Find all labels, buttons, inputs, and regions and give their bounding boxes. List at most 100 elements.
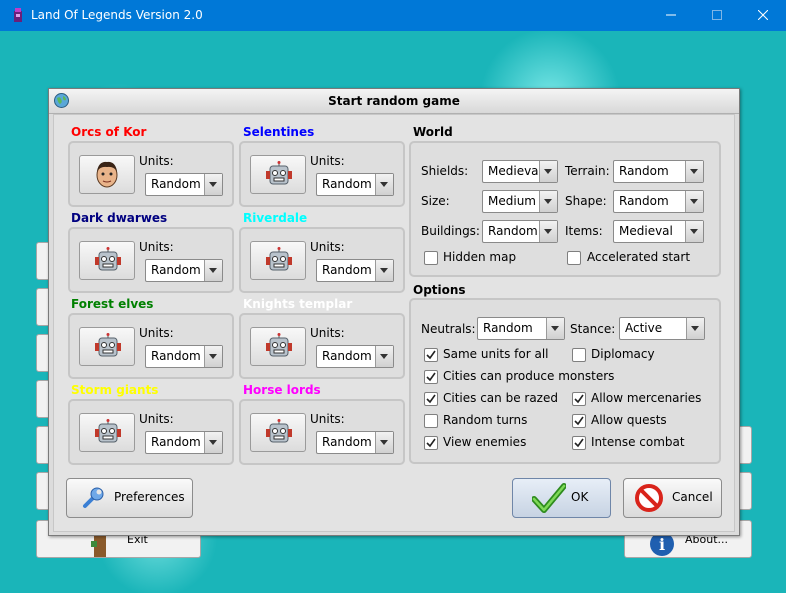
dropdown-arrow — [375, 432, 393, 453]
player-panel: Units: Random — [239, 141, 405, 207]
shields-label: Shields: — [421, 164, 469, 178]
player-name: Selentines — [243, 125, 315, 139]
units-select[interactable]: Random — [145, 431, 223, 454]
neutrals-label: Neutrals: — [421, 322, 476, 336]
units-select-value: Random — [322, 263, 372, 277]
minimize-button[interactable] — [648, 0, 694, 31]
checkmark-icon — [426, 350, 436, 360]
dropdown-arrow — [686, 318, 704, 339]
player-avatar-button[interactable] — [79, 155, 135, 194]
units-select[interactable]: Random — [145, 345, 223, 368]
allow-mercenaries-label: Allow mercenaries — [591, 391, 702, 405]
preferences-button[interactable]: Preferences — [66, 478, 193, 518]
robot-icon — [95, 419, 121, 443]
close-icon — [758, 10, 768, 20]
intense-combat-label: Intense combat — [591, 435, 685, 449]
accelerated-start-checkbox[interactable] — [567, 251, 581, 265]
dialog-title: Start random game — [328, 94, 460, 108]
stance-select-value: Active — [625, 321, 663, 335]
view-enemies-checkbox[interactable] — [424, 436, 438, 450]
chevron-down-icon — [690, 169, 698, 174]
cities-produce-monsters-checkbox[interactable] — [424, 370, 438, 384]
shields-select[interactable]: Medieval — [482, 160, 558, 183]
units-select-value: Random — [151, 177, 201, 191]
neutrals-select-value: Random — [483, 321, 533, 335]
chevron-down-icon — [209, 354, 217, 359]
shields-select-value: Medieval — [488, 164, 542, 178]
same-units-label: Same units for all — [443, 347, 549, 361]
preferences-label: Preferences — [114, 490, 185, 504]
player-panel: Units: Random — [239, 399, 405, 465]
hidden-map-label: Hidden map — [443, 250, 517, 264]
units-select[interactable]: Random — [145, 259, 223, 282]
robot-icon — [266, 161, 292, 185]
player-name: Horse lords — [243, 383, 321, 397]
dialog-body: Orcs of Kor Units: Random Dark dwarwes U… — [53, 114, 735, 532]
items-select-value: Medieval — [619, 224, 673, 238]
player-avatar-button[interactable] — [250, 155, 306, 194]
dropdown-arrow — [204, 346, 222, 367]
player-avatar-button[interactable] — [250, 241, 306, 280]
player-name: Dark dwarwes — [71, 211, 168, 225]
robot-icon — [95, 247, 121, 271]
units-select[interactable]: Random — [316, 173, 394, 196]
ok-label: OK — [571, 490, 589, 504]
maximize-button[interactable] — [694, 0, 740, 31]
shape-select-value: Random — [619, 194, 669, 208]
player-name: Orcs of Kor — [71, 125, 147, 139]
allow-mercenaries-checkbox[interactable] — [572, 392, 586, 406]
player-avatar-button[interactable] — [79, 413, 135, 452]
dropdown-arrow — [375, 260, 393, 281]
options-panel: Neutrals: Random Stance: Active Same uni… — [409, 298, 721, 464]
terrain-select[interactable]: Random — [613, 160, 704, 183]
diplomacy-checkbox[interactable] — [572, 348, 586, 362]
cities-produce-monsters-label: Cities can produce monsters — [443, 369, 615, 383]
cities-razed-label: Cities can be razed — [443, 391, 558, 405]
checkmark-icon — [574, 394, 584, 404]
player-avatar-button[interactable] — [79, 241, 135, 280]
player-avatar-button[interactable] — [79, 327, 135, 366]
allow-quests-checkbox[interactable] — [572, 414, 586, 428]
chevron-down-icon — [209, 182, 217, 187]
close-window-button[interactable] — [740, 0, 786, 31]
hidden-map-checkbox[interactable] — [424, 251, 438, 265]
same-units-checkbox[interactable] — [424, 348, 438, 362]
units-select-value: Random — [151, 349, 201, 363]
cancel-button[interactable]: Cancel — [623, 478, 722, 518]
neutrals-select[interactable]: Random — [477, 317, 565, 340]
chevron-down-icon — [209, 440, 217, 445]
robot-icon — [266, 247, 292, 271]
size-select-value: Medium — [488, 194, 536, 208]
units-select[interactable]: Random — [316, 345, 394, 368]
door-icon — [91, 535, 106, 557]
units-select[interactable]: Random — [316, 431, 394, 454]
random-turns-checkbox[interactable] — [424, 414, 438, 428]
terrain-label: Terrain: — [565, 164, 610, 178]
player-avatar-button[interactable] — [250, 413, 306, 452]
size-select[interactable]: Medium — [482, 190, 558, 213]
intense-combat-checkbox[interactable] — [572, 436, 586, 450]
cities-razed-checkbox[interactable] — [424, 392, 438, 406]
stance-label: Stance: — [570, 322, 616, 336]
chevron-down-icon — [380, 182, 388, 187]
stance-select[interactable]: Active — [619, 317, 705, 340]
dropdown-arrow — [375, 174, 393, 195]
units-select[interactable]: Random — [145, 173, 223, 196]
buildings-select[interactable]: Random — [482, 220, 558, 243]
dropdown-arrow — [685, 191, 703, 212]
dropdown-arrow — [204, 432, 222, 453]
buildings-select-value: Random — [488, 224, 538, 238]
shape-select[interactable]: Random — [613, 190, 704, 213]
units-select[interactable]: Random — [316, 259, 394, 282]
player-avatar-button[interactable] — [250, 327, 306, 366]
ok-button[interactable]: OK — [512, 478, 611, 518]
dropdown-arrow — [685, 161, 703, 182]
dropdown-arrow — [539, 221, 557, 242]
checkmark-icon — [574, 416, 584, 426]
units-label: Units: — [310, 154, 345, 168]
window-titlebar: Land Of Legends Version 2.0 — [0, 0, 786, 31]
chevron-down-icon — [690, 229, 698, 234]
chevron-down-icon — [209, 268, 217, 273]
minimize-icon — [666, 14, 676, 16]
items-select[interactable]: Medieval — [613, 220, 704, 243]
